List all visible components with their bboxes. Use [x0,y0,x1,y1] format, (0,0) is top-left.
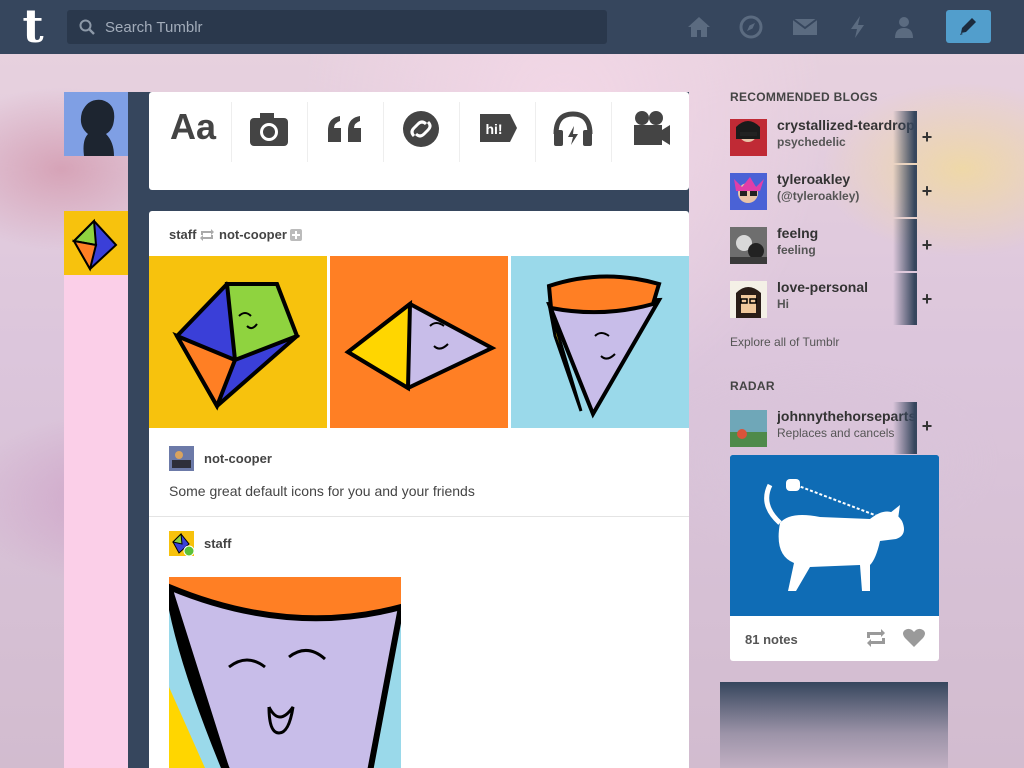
follow-button[interactable]: + [918,181,936,202]
avatar-photo-icon [730,173,767,210]
quote-post-button[interactable] [308,92,384,190]
search-box[interactable] [67,10,607,44]
follow-button[interactable]: + [918,235,936,256]
inbox-mail-icon[interactable] [792,14,818,40]
video-post-button[interactable] [612,92,688,190]
reblog-icon [200,229,214,241]
chat-icon: hi! [480,114,517,142]
explore-link[interactable]: Explore all of Tumblr [730,335,839,349]
recommended-title: RECOMMENDED BLOGS [730,90,878,104]
search-input[interactable] [105,10,595,44]
pink-strip [64,211,128,768]
blog-avatar [730,410,767,447]
follow-button[interactable]: + [918,416,936,437]
avatar-photo-icon [730,281,767,318]
blog-avatar [730,281,767,318]
radar-post-card: 81 notes [730,455,939,661]
kite-icon [149,256,327,428]
account-person-icon[interactable] [891,14,917,40]
reblog-icon[interactable] [864,627,888,649]
notes-count[interactable]: 81 notes [745,632,798,647]
silhouette-icon [64,92,128,156]
activity-lightning-icon[interactable] [845,14,871,40]
avatar-thumb-icon [169,446,194,471]
compose-button[interactable] [946,10,991,43]
radar-post-image[interactable] [730,455,939,616]
recommended-blog-1[interactable]: crystallized-teardrop psychedelic [730,113,916,159]
svg-text:hi!: hi! [485,121,502,137]
original-author-name[interactable]: not-cooper [219,227,287,242]
blog-avatar [730,227,767,264]
blog-avatar [730,173,767,210]
quote-icon [328,116,361,142]
like-heart-icon[interactable] [902,627,926,649]
photo-tile-2[interactable] [330,256,508,428]
comment-row: staff [169,531,369,559]
recommended-blog-4[interactable]: love-personal Hi [730,275,916,321]
recommended-blog-3[interactable]: feelng feeling [730,221,916,267]
staff-mini-avatar-icon[interactable] [169,531,194,556]
reblog-author-name[interactable]: not-cooper [204,451,272,466]
reblog-row: not-cooper [169,446,669,472]
radar-blog[interactable]: johnnythehorseparts Replaces and cancels [730,404,916,450]
commenter-name[interactable]: staff [204,536,231,551]
follow-plus-icon[interactable] [290,229,302,241]
avatar-photo-icon [730,410,767,447]
photo-tile-1[interactable] [149,256,327,428]
radar-title: RADAR [730,379,775,393]
audio-post-button[interactable] [536,92,612,190]
post-caption: Some great default icons for you and you… [169,483,475,499]
post-type-bar: Aa hi! [149,92,689,190]
follow-button[interactable]: + [918,127,936,148]
link-icon [403,111,439,147]
avatar-photo-icon [730,227,767,264]
triangle-face-icon [330,256,508,428]
cone-face-icon [511,256,689,428]
text-icon: Aa [169,106,217,147]
closeup-face-icon [169,577,401,768]
dog-illustration-icon [730,455,939,616]
chat-post-button[interactable]: hi! [460,92,536,190]
link-post-button[interactable] [384,92,460,190]
text-post-button[interactable]: Aa [155,92,231,190]
camera-icon [250,113,288,146]
post-card: staff not-cooper not-cooper Some great d… [149,211,689,768]
kite-avatar-icon [64,211,128,275]
audio-headphones-icon [553,111,593,146]
not-cooper-avatar[interactable] [169,446,194,471]
top-bar: t [0,0,1024,54]
search-icon [79,19,95,35]
photo-post-button[interactable] [232,92,308,190]
blog-avatar [730,119,767,156]
reblogger-name[interactable]: staff [169,227,196,242]
staff-avatar[interactable] [64,211,128,275]
follow-button[interactable]: + [918,289,936,310]
my-avatar[interactable] [64,92,128,156]
divider [149,516,689,517]
sidebar-fade [720,682,948,768]
photo-tile-3[interactable] [511,256,689,428]
post-photo[interactable] [169,577,401,768]
recommended-blog-2[interactable]: tyleroakley (@tyleroakley) [730,167,916,213]
video-camera-icon [634,111,670,145]
home-icon[interactable] [686,14,712,40]
tumblr-logo[interactable]: t [14,3,52,49]
avatar-photo-icon [730,119,767,156]
pencil-icon [960,18,976,35]
explore-compass-icon[interactable] [738,14,764,40]
